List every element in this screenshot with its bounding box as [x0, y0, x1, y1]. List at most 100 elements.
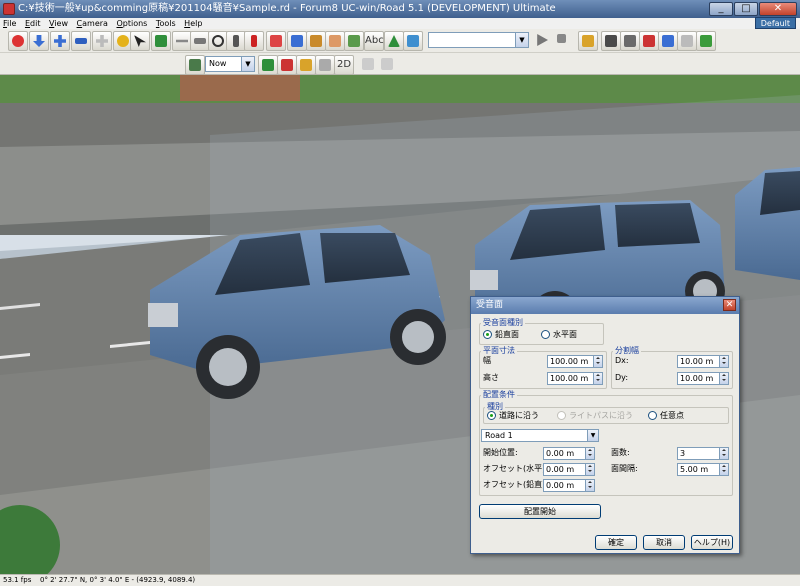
type-horizontal-label: 水平面 [553, 330, 577, 339]
offset-vertical-value: 0.00 m [546, 481, 575, 490]
menu-camera[interactable]: Camera [74, 18, 111, 29]
flag-icon[interactable] [277, 55, 297, 75]
offset-horizontal-value: 0.00 m [546, 465, 575, 474]
person-red-icon[interactable] [244, 31, 264, 51]
maximize-button[interactable]: □ [734, 2, 758, 16]
kind-road-radio[interactable] [487, 411, 496, 420]
plane-interval-input[interactable]: 5.00 m [677, 463, 729, 476]
document-icon[interactable] [677, 31, 697, 51]
start-position-input[interactable]: 0.00 m [543, 447, 595, 460]
environment-icon[interactable] [185, 55, 205, 75]
height-value: 100.00 m [550, 374, 589, 383]
kind-group-label: 種別 [485, 402, 505, 411]
close-button[interactable]: ✕ [759, 2, 797, 16]
type-group-label: 受音面種別 [481, 318, 525, 327]
app-icon [3, 3, 15, 15]
offset-horizontal-input[interactable]: 0.00 m [543, 463, 595, 476]
type-vertical-radio[interactable] [483, 330, 492, 339]
menu-file[interactable]: File [0, 18, 19, 29]
coordinate-readout: 0° 2' 27.7" N, 0° 3' 4.0" E - (4923.9, 4… [40, 576, 196, 584]
kind-lightpath-label: ライトパスに沿う [569, 411, 633, 420]
dy-value: 10.00 m [680, 374, 714, 383]
main-toolbar: Abc ▼ [0, 29, 800, 53]
time-select[interactable]: Now ▼ [205, 56, 255, 72]
menu-tools[interactable]: Tools [153, 18, 179, 29]
offset-vertical-label: オフセット(鉛直): [483, 480, 548, 489]
dx-label: Dx: [615, 356, 629, 365]
cursor-icon[interactable] [130, 31, 150, 51]
signal-icon[interactable] [639, 31, 659, 51]
rain-icon[interactable] [315, 55, 335, 75]
dx-input[interactable]: 10.00 m [677, 355, 729, 368]
road-icon[interactable] [266, 31, 286, 51]
fog-icon[interactable] [296, 55, 316, 75]
start-position-label: 開始位置: [483, 448, 518, 457]
width-input[interactable]: 100.00 m [547, 355, 603, 368]
width-value: 100.00 m [550, 357, 589, 366]
road-select[interactable]: Road 1 ▼ [481, 429, 599, 442]
add-icon[interactable] [696, 31, 716, 51]
height-input[interactable]: 100.00 m [547, 372, 603, 385]
ok-button[interactable]: 確定 [595, 535, 637, 550]
dy-label: Dy: [615, 373, 629, 382]
kind-arbitrary-radio[interactable] [648, 411, 657, 420]
image-icon[interactable] [403, 31, 423, 51]
help-button[interactable]: ヘルプ(H) [691, 535, 733, 550]
menu-bar: File Edit View Camera Options Tools Help [0, 18, 800, 29]
dialog-title: 受音面 [471, 297, 739, 314]
car-icon[interactable] [190, 31, 210, 51]
terrain-icon[interactable] [620, 31, 640, 51]
title-bar: C:¥技術一般¥up&comming原稿¥201104騒音¥Sample.rd … [0, 0, 800, 18]
forest-icon[interactable] [384, 31, 404, 51]
model-icon[interactable] [325, 31, 345, 51]
steering-wheel-icon[interactable] [208, 31, 228, 51]
rotate-icon[interactable] [8, 31, 28, 51]
building-icon[interactable] [287, 31, 307, 51]
move-cross-icon[interactable] [50, 31, 70, 51]
fly-icon[interactable] [71, 31, 91, 51]
dx-value: 10.00 m [680, 357, 714, 366]
plane-count-input[interactable]: 3 [677, 447, 729, 460]
edit-icon[interactable] [578, 31, 598, 51]
graph-icon[interactable] [377, 55, 397, 75]
width-label: 幅 [483, 356, 491, 365]
layout-default-label[interactable]: Default [754, 17, 796, 29]
receiving-plane-dialog: 受音面 ✕ 受音面種別 鉛直面 水平面 平面寸法 幅 100.00 m 高さ 1… [470, 296, 740, 554]
type-horizontal-radio[interactable] [541, 330, 550, 339]
cancel-button[interactable]: 取消 [643, 535, 685, 550]
kind-lightpath-radio [557, 411, 566, 420]
dialog-close-button[interactable]: ✕ [723, 299, 736, 311]
menu-help[interactable]: Help [181, 18, 205, 29]
scene-icon[interactable] [601, 31, 621, 51]
menu-view[interactable]: View [46, 18, 71, 29]
dy-input[interactable]: 10.00 m [677, 372, 729, 385]
kind-road-label: 道路に沿う [499, 411, 539, 420]
drive-icon[interactable] [151, 31, 171, 51]
minimize-button[interactable]: _ [709, 2, 733, 16]
sub-toolbar: Now ▼ 2D [0, 53, 800, 75]
scenario-select[interactable]: ▼ [428, 32, 529, 48]
airplane-icon[interactable] [172, 31, 192, 51]
move-down-icon[interactable] [29, 31, 49, 51]
start-position-value: 0.00 m [546, 449, 575, 458]
model2-icon[interactable] [344, 31, 364, 51]
offset-vertical-input[interactable]: 0.00 m [543, 479, 595, 492]
plane-count-label: 面数: [611, 448, 630, 457]
walk-icon[interactable] [92, 31, 112, 51]
start-placement-button[interactable]: 配置開始 [479, 504, 601, 519]
menu-edit[interactable]: Edit [22, 18, 44, 29]
traffic-icon[interactable] [258, 55, 278, 75]
text-icon[interactable]: Abc [364, 31, 384, 51]
type-vertical-label: 鉛直面 [495, 330, 519, 339]
person-icon[interactable] [226, 31, 246, 51]
plane-interval-label: 面間隔: [611, 464, 638, 473]
menu-options[interactable]: Options [113, 18, 150, 29]
tree-icon[interactable] [306, 31, 326, 51]
road-select-value: Road 1 [485, 431, 513, 440]
sound-icon[interactable] [358, 55, 378, 75]
sign-icon[interactable] [658, 31, 678, 51]
stop-icon[interactable] [551, 31, 571, 51]
division-group-label: 分割幅 [613, 346, 641, 355]
view-2d-button[interactable]: 2D [334, 55, 354, 75]
play-icon[interactable] [532, 31, 552, 51]
